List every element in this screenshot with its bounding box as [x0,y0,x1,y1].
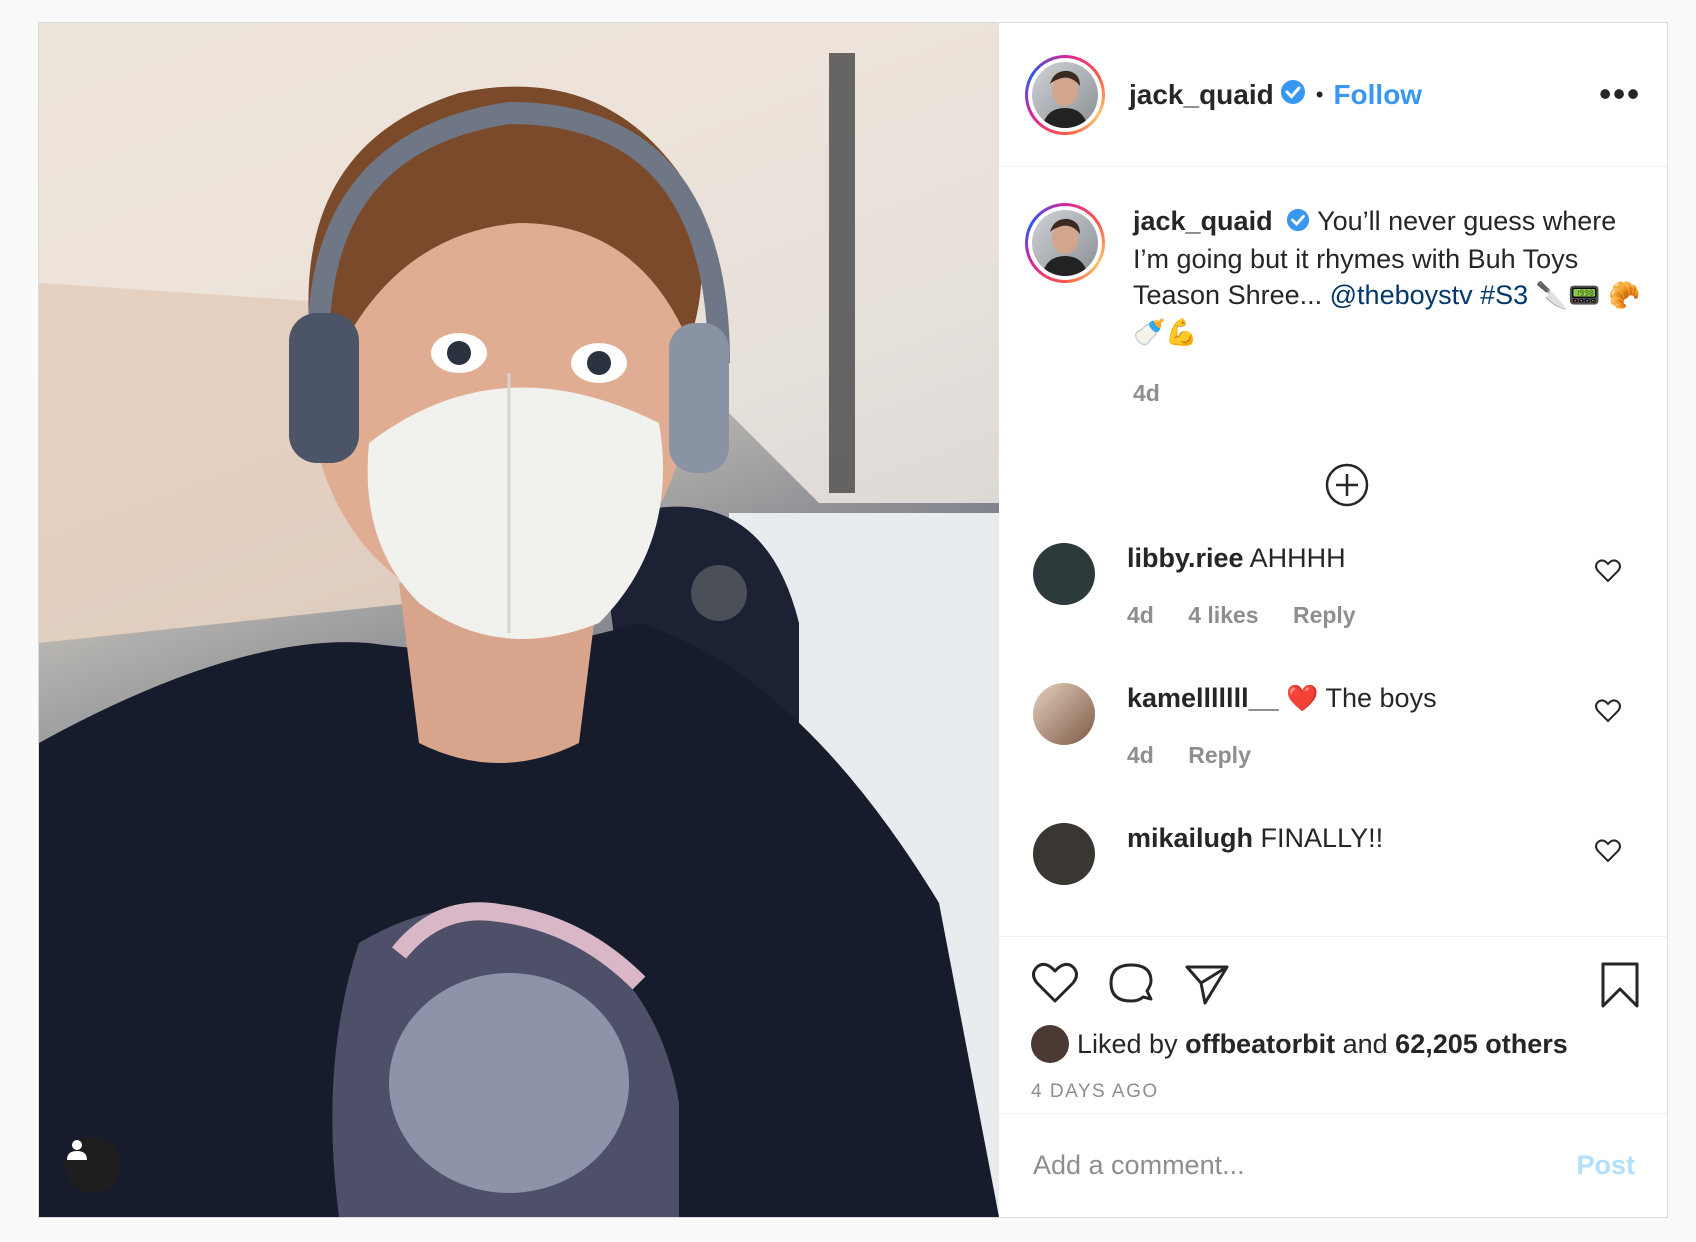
comment-username[interactable]: libby.riee [1127,543,1244,573]
comment-text: FINALLY!! [1260,823,1384,853]
comment-avatar[interactable] [1033,823,1095,885]
verified-badge-icon [1286,205,1310,241]
caption-author-avatar[interactable] [1025,203,1105,283]
comment-username[interactable]: kamelllllll__ [1127,683,1279,713]
comment-text: The boys [1325,683,1437,713]
comment-time[interactable]: 4d [1127,742,1154,768]
share-paper-plane-icon[interactable] [1183,961,1231,1007]
bookmark-icon[interactable] [1599,961,1641,1009]
instagram-post: jack_quaid • Follow ••• jack_quaid You’l… [38,22,1668,1218]
tagged-users-button[interactable] [65,1137,121,1193]
post-header: jack_quaid • Follow ••• [999,23,1667,167]
load-more-comments-button[interactable] [1325,463,1369,507]
heart-icon[interactable] [1595,559,1621,583]
add-comment-input[interactable] [1031,1149,1555,1182]
verified-badge-icon [1280,79,1306,110]
heart-icon[interactable] [1595,839,1621,863]
caption-hashtag-link[interactable]: #S3 [1480,280,1528,310]
photo-illustration [39,23,999,1217]
heart-icon[interactable] [1595,699,1621,723]
add-comment-bar: Post [999,1113,1667,1217]
caption-mention-link[interactable]: @theboystv [1330,280,1473,310]
comment-item: mikailugh FINALLY!! [1033,823,1641,885]
comment-bubble-icon[interactable] [1107,961,1155,1007]
separator-dot: • [1315,81,1324,107]
like-heart-icon[interactable] [1031,961,1079,1005]
post-caption: jack_quaid You’ll never guess where I’m … [1025,203,1641,411]
likes-count[interactable]: 62,205 others [1395,1029,1568,1060]
comment-username[interactable]: mikailugh [1127,823,1253,853]
post-sidebar: jack_quaid • Follow ••• jack_quaid You’l… [999,23,1667,1217]
liker-username[interactable]: offbeatorbit [1185,1029,1335,1060]
reply-button[interactable]: Reply [1188,742,1251,768]
caption-username[interactable]: jack_quaid [1133,206,1273,236]
caption-emoji: 🔪📟 [1535,280,1601,311]
caption-time[interactable]: 4d [1133,380,1160,406]
comment-item: kamelllllll__ ❤️ The boys 4d Reply [1033,683,1641,769]
reply-button[interactable]: Reply [1293,602,1356,628]
post-actions: Liked by offbeatorbit and 62,205 others … [999,936,1667,1113]
comments-section[interactable]: jack_quaid You’ll never guess where I’m … [999,167,1667,936]
comment-avatar[interactable] [1033,683,1095,745]
user-icon [67,1140,87,1160]
follow-button[interactable]: Follow [1333,79,1422,111]
post-timestamp[interactable]: 4 DAYS AGO [1031,1081,1159,1103]
liker-avatar[interactable] [1031,1025,1069,1063]
likes-summary: Liked by offbeatorbit and 62,205 others [1031,1025,1568,1063]
comment-item: libby.riee AHHHH 4d 4 likes Reply [1033,543,1641,629]
author-username[interactable]: jack_quaid [1129,79,1274,111]
comment-avatar[interactable] [1033,543,1095,605]
comment-time[interactable]: 4d [1127,602,1154,628]
post-photo[interactable] [39,23,999,1217]
plus-circle-icon [1325,463,1369,507]
likes-prefix: Liked by [1077,1028,1178,1059]
author-avatar[interactable] [1025,54,1105,135]
post-comment-button[interactable]: Post [1576,1150,1635,1181]
likes-and: and [1342,1028,1388,1059]
comment-likes[interactable]: 4 likes [1188,602,1258,628]
more-options-button[interactable]: ••• [1599,75,1641,114]
heart-emoji: ❤️ [1286,684,1319,714]
comment-text: AHHHH [1249,543,1346,573]
